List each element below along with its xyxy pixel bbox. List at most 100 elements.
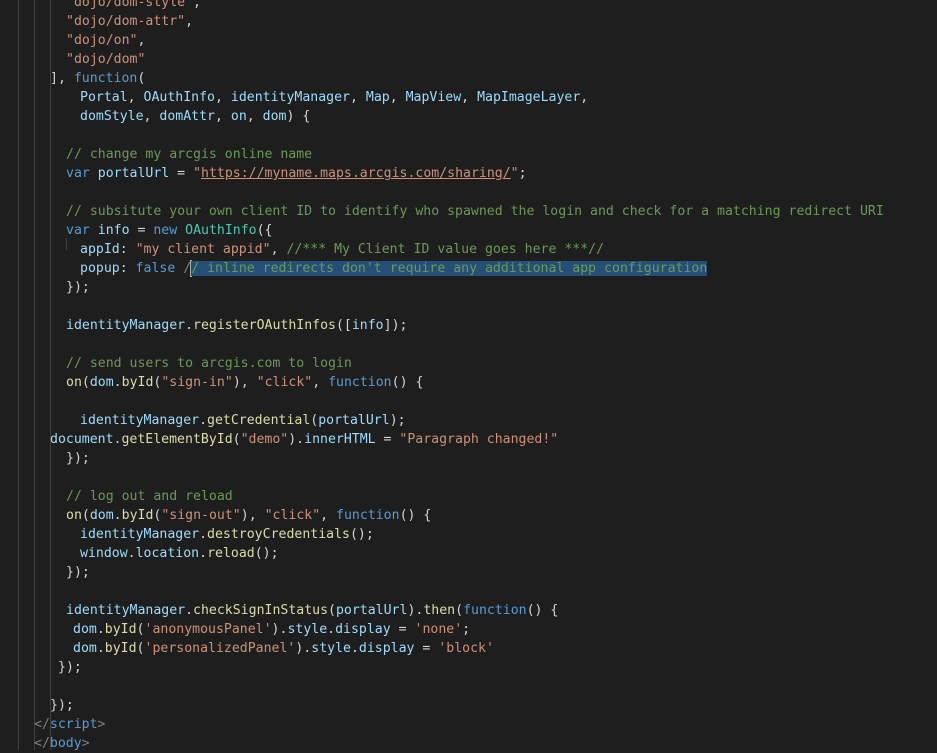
code-line[interactable]: "dojo/dom-attr", [66, 12, 193, 31]
string-token: "sign-out" [161, 508, 241, 523]
code-line[interactable]: }); [58, 658, 82, 677]
code-line[interactable]: "dojo/dom" [66, 50, 145, 69]
identifier-token: dom [89, 508, 114, 523]
punctuation-token: ( [81, 375, 90, 390]
code-line[interactable]: </script> [34, 715, 105, 734]
selected-comment-token: / inline redirects don't require any add… [191, 261, 708, 276]
code-line[interactable]: identityManager.getCredential(portalUrl)… [80, 411, 406, 430]
code-line[interactable]: Portal, OAuthInfo, identityManager, Map,… [80, 88, 588, 107]
code-line[interactable]: }); [66, 278, 90, 297]
tag-bracket-token: > [81, 736, 90, 751]
code-line[interactable]: popup: false // inline redirects don't r… [80, 259, 708, 278]
punctuation-token: ). [295, 641, 312, 656]
punctuation-token: ( [136, 641, 145, 656]
punctuation-token: }); [58, 660, 82, 675]
punctuation-token: : [119, 261, 136, 276]
code-line[interactable]: ], function( [50, 69, 145, 88]
identifier-token: style [311, 641, 351, 656]
string-token: " [193, 166, 202, 181]
code-line[interactable]: "dojo/on", [66, 31, 145, 50]
identifier-token: identityManager [66, 318, 186, 333]
punctuation-token: , [580, 90, 589, 105]
punctuation-token: , [320, 508, 337, 523]
code-line[interactable]: </body> [34, 734, 90, 753]
punctuation-token: . [185, 318, 194, 333]
code-line[interactable]: identityManager.registerOAuthInfos([info… [66, 316, 407, 335]
function-token: then [423, 603, 456, 618]
code-line[interactable]: identityManager.checkSignInStatus(portal… [66, 601, 558, 620]
punctuation-token: (); [349, 527, 374, 542]
string-token: "Paragraph changed!" [399, 432, 559, 447]
identifier-token: Map [365, 90, 390, 105]
identifier-token: domAttr [159, 109, 215, 124]
string-token: "click" [256, 375, 313, 390]
code-line[interactable]: identityManager.destroyCredentials(); [80, 525, 374, 544]
tag-bracket-token: </ [34, 717, 50, 732]
code-line[interactable]: dom.byId('anonymousPanel').style.display… [73, 620, 470, 639]
punctuation-token: ( [81, 508, 90, 523]
code-line[interactable]: window.location.reload(); [80, 544, 279, 563]
code-line[interactable]: // change my arcgis online name [66, 145, 312, 164]
comment-token: //*** My Client ID value goes here ***// [286, 242, 605, 257]
punctuation-token: , [193, 0, 201, 10]
punctuation-token: ) { [286, 109, 311, 124]
identifier-token: dom [262, 109, 287, 124]
identifier-token: location [135, 546, 200, 561]
code-line[interactable]: on(dom.byId("sign-in"), "click", functio… [66, 373, 423, 392]
keyword-token: function [328, 375, 392, 390]
punctuation-token: ], [50, 71, 74, 86]
identifier-token: dom [89, 375, 114, 390]
function-token: on [66, 508, 82, 523]
function-token: byId [121, 508, 154, 523]
identifier-token: identityManager [66, 603, 186, 618]
code-line[interactable]: var portalUrl = "https://myname.maps.arc… [66, 164, 527, 183]
identifier-token: portalUrl [97, 166, 170, 181]
punctuation-token: , [270, 242, 287, 257]
comment-token: // log out and reload [66, 489, 233, 504]
identifier-token: document [50, 432, 114, 447]
function-token: getCredential [207, 413, 311, 428]
code-line[interactable]: appId: "my client appid", //*** My Clien… [80, 240, 604, 259]
punctuation-token: ); [389, 413, 406, 428]
tag-bracket-token: </ [34, 736, 50, 751]
punctuation-token: ( [455, 603, 464, 618]
class-token: OAuthInfo [185, 223, 257, 238]
punctuation-token: , [461, 90, 478, 105]
code-line[interactable]: }); [50, 696, 74, 715]
function-token: registerOAuthInfos [193, 318, 336, 333]
code-line[interactable]: "dojo/dom-style", [66, 0, 201, 12]
punctuation-token: . [127, 546, 136, 561]
punctuation-token: , [127, 90, 144, 105]
punctuation-token: . [350, 641, 359, 656]
punctuation-token: ). [271, 622, 288, 637]
keyword-token: function [73, 71, 138, 86]
code-line[interactable]: }); [66, 449, 90, 468]
code-line[interactable]: // log out and reload [66, 487, 233, 506]
punctuation-token: }); [66, 280, 90, 295]
code-line[interactable]: domStyle, domAttr, on, dom) { [80, 107, 310, 126]
code-line[interactable]: on(dom.byId("sign-out"), "click", functi… [66, 506, 431, 525]
code-line[interactable]: }); [66, 563, 90, 582]
code-line[interactable]: dom.byId('personalizedPanel').style.disp… [73, 639, 494, 658]
punctuation-token: : [119, 242, 136, 257]
string-token: "my client appid" [135, 242, 271, 257]
punctuation-token: ), [240, 508, 265, 523]
code-line[interactable]: var info = new OAuthInfo({ [66, 221, 272, 240]
function-token: byId [121, 375, 154, 390]
code-line[interactable]: // send users to arcgis.com to login [66, 354, 352, 373]
code-line[interactable]: // subsitute your own client ID to ident… [66, 202, 884, 221]
punctuation-token: () { [399, 508, 432, 523]
string-token: 'anonymousPanel' [144, 622, 272, 637]
string-token: "click" [264, 508, 321, 523]
code-line[interactable]: document.getElementById("demo").innerHTM… [50, 430, 558, 449]
string-token: 'none' [414, 622, 463, 637]
punctuation-token: = [375, 432, 400, 447]
identifier-token: popup [80, 261, 120, 276]
identifier-token: identityManager [230, 90, 350, 105]
punctuation-token: , [246, 109, 263, 124]
code-editor[interactable]: "dojo/dom-style", "dojo/dom-attr", "dojo/o… [0, 0, 937, 753]
punctuation-token: , [312, 375, 329, 390]
punctuation-token: . [327, 622, 336, 637]
comment-token: // send users to arcgis.com to login [66, 356, 352, 371]
punctuation-token: }); [66, 451, 90, 466]
